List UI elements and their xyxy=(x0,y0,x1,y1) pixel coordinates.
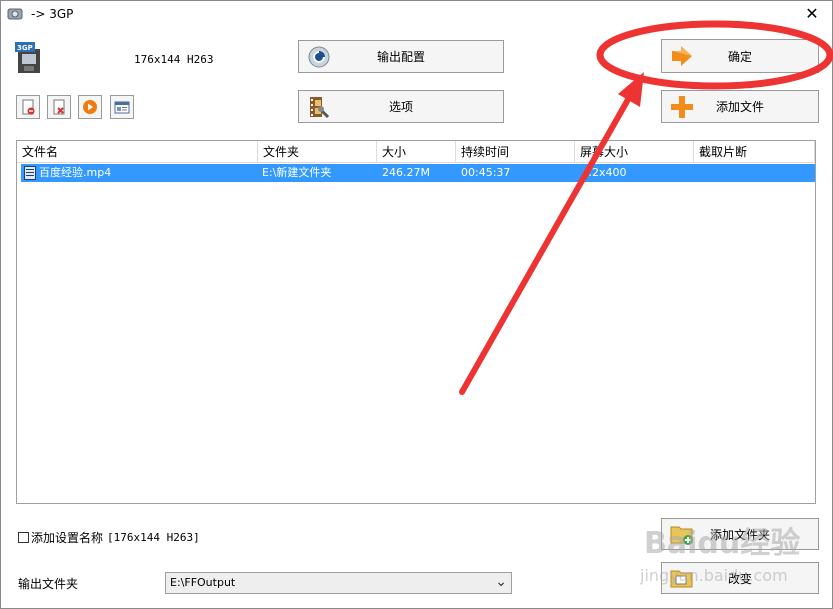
options-button[interactable]: 选项 xyxy=(298,90,504,123)
column-header-screen-size[interactable]: 屏幕大小 xyxy=(575,141,694,163)
title-bar: -> 3GP ✕ xyxy=(1,1,832,29)
remove-file-icon xyxy=(22,99,35,115)
plus-icon xyxy=(671,95,693,118)
column-header-size[interactable]: 大小 xyxy=(377,141,456,163)
column-header-filename[interactable]: 文件名 xyxy=(17,141,258,163)
column-header-duration[interactable]: 持续时间 xyxy=(456,141,575,163)
table-row[interactable]: 百度经验.mp4 E:\新建文件夹 246.27M 00:45:37 …2x40… xyxy=(21,164,815,182)
output-folder-value: E:\FFOutput xyxy=(170,576,236,589)
add-setting-preset: [176x144 H263] xyxy=(107,531,200,544)
clear-list-button[interactable] xyxy=(47,95,71,119)
3gp-format-icon: 3GP xyxy=(15,42,40,73)
cell-screen-size: …2x400 xyxy=(581,166,627,179)
add-folder-icon xyxy=(670,526,693,545)
cell-filename: 百度经验.mp4 xyxy=(39,166,112,179)
app-icon xyxy=(7,8,23,20)
output-folder-label: 输出文件夹 xyxy=(18,577,79,591)
output-config-button[interactable]: 输出配置 xyxy=(298,40,504,73)
close-icon[interactable]: ✕ xyxy=(798,3,826,25)
add-setting-name-checkbox[interactable] xyxy=(18,532,29,543)
cell-duration: 00:45:37 xyxy=(461,166,511,179)
play-button[interactable] xyxy=(78,95,102,119)
app-window: -> 3GP ✕ 3GP 176x144 H263 输出配置 选项 确定 添加文… xyxy=(0,0,833,609)
window-title: -> 3GP xyxy=(31,7,74,21)
video-file-icon xyxy=(24,166,36,180)
column-header-clip[interactable]: 截取片断 xyxy=(694,141,815,163)
add-folder-button[interactable]: 添加文件夹 xyxy=(661,518,819,550)
remove-file-button[interactable] xyxy=(16,95,40,119)
ok-button[interactable]: 确定 xyxy=(661,39,819,73)
clear-list-icon xyxy=(53,99,65,115)
column-header-folder[interactable]: 文件夹 xyxy=(258,141,377,163)
file-list[interactable]: 文件名 文件夹 大小 持续时间 屏幕大小 截取片断 百度经验.mp4 E:\新建… xyxy=(16,140,816,504)
cell-size: 246.27M xyxy=(382,166,430,179)
add-setting-name-label: 添加设置名称 xyxy=(31,531,104,545)
change-button[interactable]: 改变 xyxy=(661,562,819,594)
preset-label: 176x144 H263 xyxy=(134,53,214,66)
cell-folder: E:\新建文件夹 xyxy=(262,166,332,179)
output-folder-select[interactable]: E:\FFOutput ⌄ xyxy=(165,572,512,594)
film-options-icon xyxy=(310,96,330,118)
media-info-icon xyxy=(114,101,130,114)
file-list-header: 文件名 文件夹 大小 持续时间 屏幕大小 截取片断 xyxy=(17,141,815,163)
3gp-icon-text: 3GP xyxy=(17,44,33,52)
folder-edit-icon xyxy=(670,570,693,588)
play-icon xyxy=(83,100,97,114)
add-setting-name-row: 添加设置名称 [176x144 H263] xyxy=(18,529,200,546)
settings-gear-icon xyxy=(308,46,330,67)
media-info-button[interactable] xyxy=(110,95,134,119)
chevron-down-icon: ⌄ xyxy=(495,574,507,590)
add-file-button[interactable]: 添加文件 xyxy=(661,90,819,123)
arrow-right-icon xyxy=(672,46,692,66)
